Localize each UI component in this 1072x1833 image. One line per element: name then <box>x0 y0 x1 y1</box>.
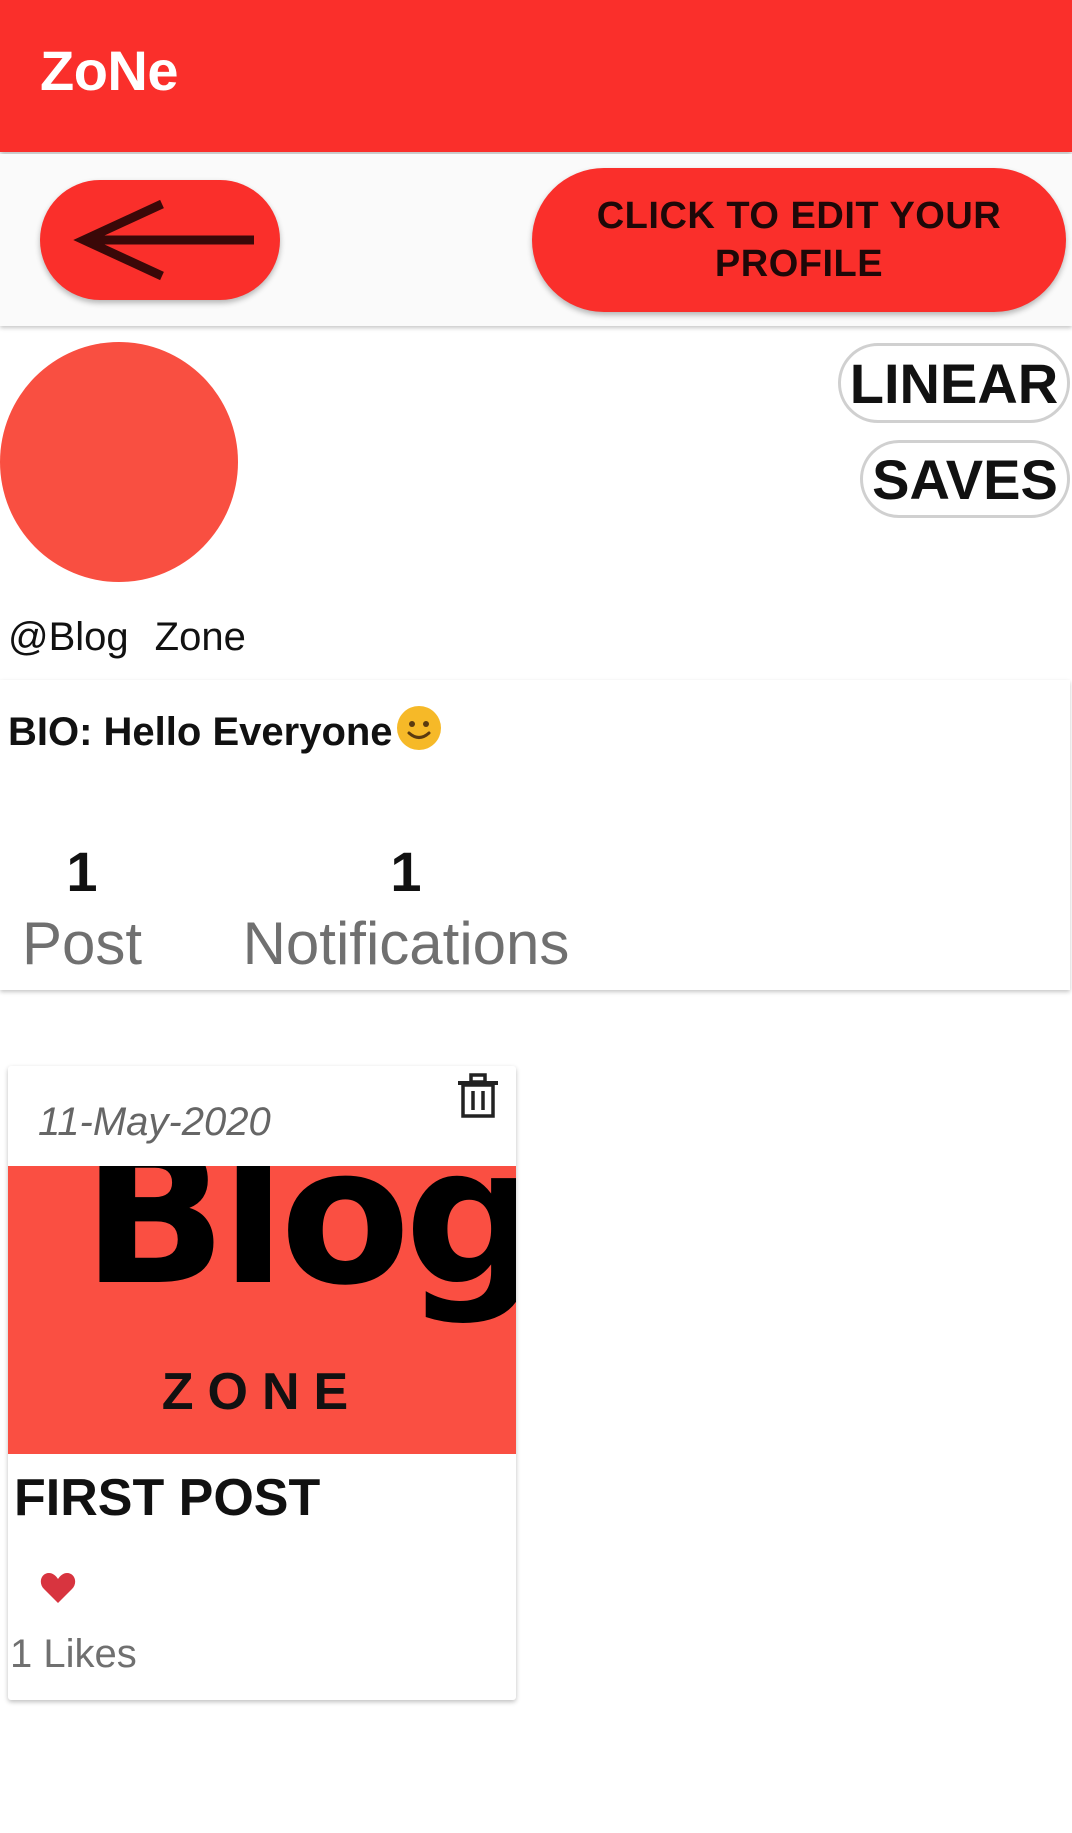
profile-toolbar: CLICK TO EDIT YOUR PROFILE <box>0 154 1072 326</box>
username: @Blog Zone <box>8 615 246 660</box>
post-image-subtitle: ZONE <box>161 1363 363 1421</box>
username-name: Zone <box>154 615 246 659</box>
notifications-stat[interactable]: 1 Notifications <box>230 836 582 980</box>
back-button[interactable] <box>40 180 280 300</box>
avatar[interactable] <box>0 342 238 582</box>
notifications-label: Notifications <box>242 910 570 977</box>
post-card[interactable]: 11-May-2020 Blog ZONE FIRST POST 1 Likes <box>8 1066 516 1700</box>
bio-label: BIO: Hello Everyone <box>8 709 393 754</box>
username-handle: @Blog <box>8 615 129 659</box>
notifications-count: 1 <box>390 840 422 903</box>
post-image-title: Blog <box>82 1166 516 1327</box>
linear-button[interactable]: LINEAR <box>838 343 1070 423</box>
bio-text: BIO: Hello Everyone <box>8 702 444 762</box>
post-count-label: Post <box>21 910 143 977</box>
smile-emoji-icon <box>394 702 444 762</box>
saves-button[interactable]: SAVES <box>860 440 1070 518</box>
app-bar: ZoNe <box>0 0 1072 152</box>
arrow-left-icon <box>73 199 254 281</box>
likes-count: 1 Likes <box>10 1632 137 1676</box>
post-image[interactable]: Blog ZONE <box>8 1166 516 1454</box>
post-count-stat[interactable]: 1 Post <box>0 836 164 980</box>
trash-icon[interactable] <box>454 1072 502 1120</box>
edit-profile-button[interactable]: CLICK TO EDIT YOUR PROFILE <box>532 168 1066 312</box>
post-count: 1 <box>66 840 98 903</box>
post-date: 11-May-2020 <box>38 1100 271 1144</box>
bio-card: BIO: Hello Everyone 1 Post 1 Notificatio… <box>0 680 1070 990</box>
post-title: FIRST POST <box>14 1469 321 1527</box>
app-title: ZoNe <box>40 39 179 102</box>
heart-icon[interactable] <box>40 1572 76 1604</box>
edit-profile-label: CLICK TO EDIT YOUR PROFILE <box>596 195 1002 285</box>
